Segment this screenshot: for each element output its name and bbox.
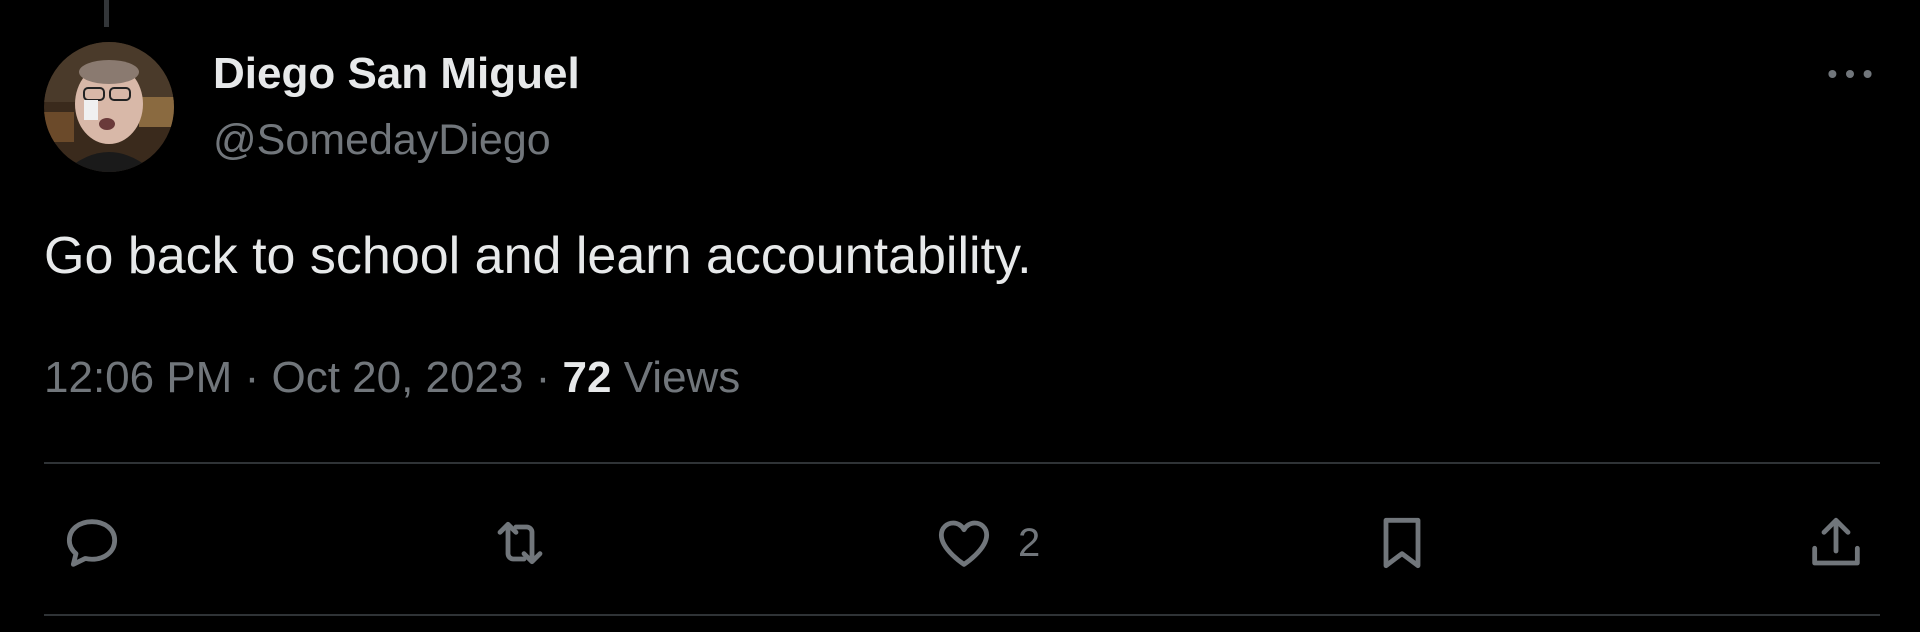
views-count[interactable]: 72 — [563, 353, 612, 402]
more-icon — [1828, 70, 1872, 78]
repost-button[interactable] — [488, 508, 574, 578]
views-label[interactable]: Views — [624, 353, 741, 402]
bookmark-button[interactable] — [1370, 508, 1456, 578]
divider — [44, 614, 1880, 616]
share-icon — [1812, 517, 1860, 566]
divider — [44, 462, 1880, 464]
tweet-text: Go back to school and learn accountabili… — [44, 227, 1032, 285]
like-button[interactable]: 2 — [932, 508, 1040, 578]
meta-separator: · — [535, 353, 551, 402]
share-button[interactable] — [1804, 508, 1890, 578]
thread-connector-line — [104, 0, 109, 27]
tweet-actions: 2 — [44, 508, 1880, 578]
tweet-meta: 12:06 PM · Oct 20, 2023 · 72 Views — [44, 350, 740, 406]
tweet-date[interactable]: Oct 20, 2023 — [271, 353, 523, 402]
avatar[interactable] — [44, 42, 174, 172]
meta-separator: · — [244, 353, 260, 402]
avatar-image — [44, 42, 174, 172]
reply-button[interactable] — [60, 508, 146, 578]
author-handle[interactable]: @SomedayDiego — [213, 110, 551, 170]
tweet-time[interactable]: 12:06 PM — [44, 353, 232, 402]
heart-icon — [938, 520, 990, 567]
repost-icon — [497, 521, 543, 565]
more-options-button[interactable] — [1820, 56, 1880, 92]
bookmark-icon — [1383, 517, 1421, 569]
like-count: 2 — [1018, 520, 1041, 565]
reply-icon — [66, 519, 118, 567]
author-name[interactable]: Diego San Miguel — [213, 44, 580, 104]
